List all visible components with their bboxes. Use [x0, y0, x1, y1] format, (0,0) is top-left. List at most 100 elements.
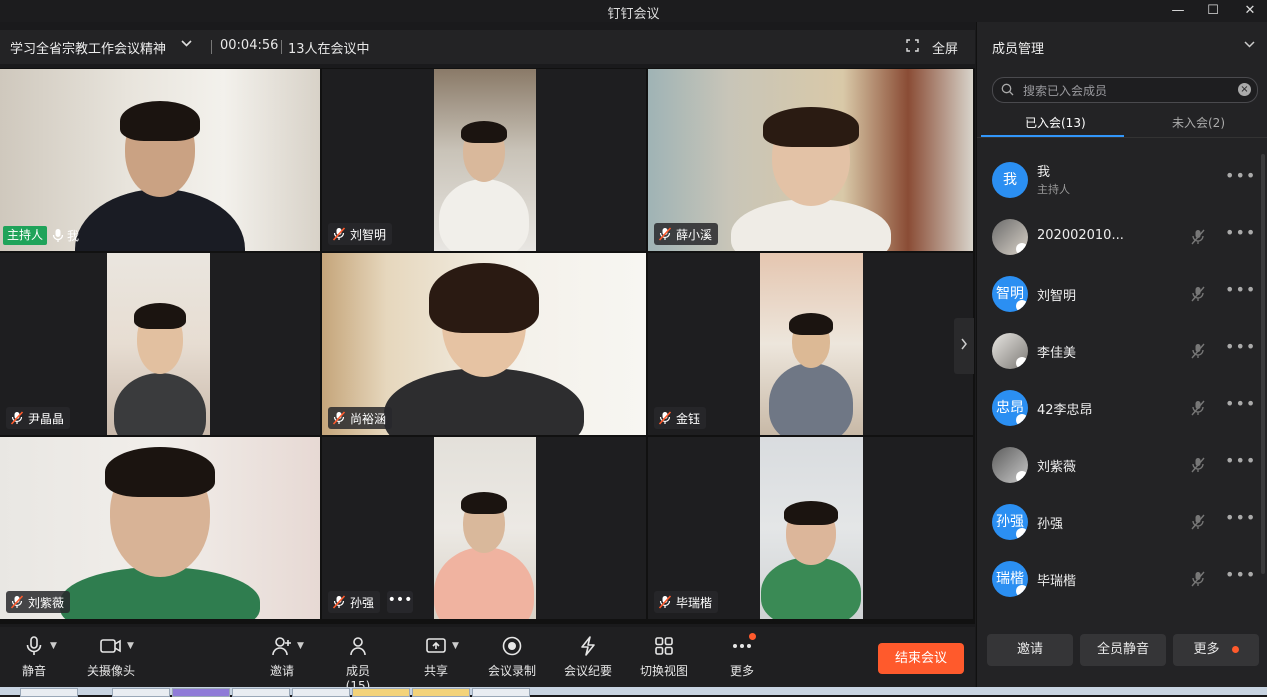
member-more-icon[interactable]: •••: [1225, 166, 1256, 185]
record-icon: [502, 636, 522, 656]
record-button[interactable]: 会议录制: [486, 635, 538, 679]
tile-name: 刘智明: [350, 227, 387, 242]
panel-more-button[interactable]: 更多: [1173, 634, 1259, 666]
next-page-arrow[interactable]: [954, 318, 974, 374]
members-button[interactable]: 成员(15): [334, 635, 382, 693]
taskbar-item[interactable]: [172, 688, 230, 697]
mute-button[interactable]: ▼ 静音: [14, 635, 57, 679]
divider: [977, 137, 1267, 138]
grid-view-icon: [655, 637, 673, 655]
mic-off-icon[interactable]: [1189, 342, 1207, 360]
minutes-label: 会议纪要: [563, 664, 612, 678]
mic-off-icon[interactable]: [1189, 228, 1207, 246]
mic-off-icon[interactable]: [1189, 285, 1207, 303]
mic-off-icon[interactable]: [1189, 570, 1207, 588]
avatar: 智明: [992, 276, 1028, 312]
minutes-button[interactable]: 会议纪要: [562, 635, 614, 679]
video-tile[interactable]: 主持人 我: [0, 69, 320, 251]
tile-label: 孙强: [328, 591, 381, 613]
maximize-button[interactable]: ☐: [1203, 2, 1223, 20]
member-more-icon[interactable]: •••: [1225, 565, 1256, 584]
video-feed: [429, 263, 539, 333]
member-more-icon[interactable]: •••: [1225, 280, 1256, 299]
video-tile[interactable]: 刘智明: [322, 69, 646, 251]
participant-count: 13人在会议中: [288, 42, 370, 57]
member-row[interactable]: 我 我 主持人 •••: [977, 152, 1260, 209]
window-titlebar: 钉钉会议 — ☐ ✕: [0, 0, 1267, 22]
scrollbar[interactable]: [1261, 154, 1265, 574]
chevron-down-icon[interactable]: ▼: [127, 641, 134, 651]
taskbar-item[interactable]: [112, 688, 170, 697]
video-tile[interactable]: 薛小溪: [648, 69, 973, 251]
taskbar-item[interactable]: [352, 688, 410, 697]
taskbar-item[interactable]: [472, 688, 530, 697]
meeting-timer: 00:04:56: [220, 38, 279, 53]
tab-not-joined[interactable]: 未入会(2): [1172, 114, 1225, 131]
more-button[interactable]: 更多: [722, 633, 762, 679]
member-more-icon[interactable]: •••: [1225, 508, 1256, 527]
member-row[interactable]: 智明 刘智明 •••: [977, 266, 1260, 323]
video-feed: [762, 107, 859, 147]
chevron-down-icon[interactable]: ▼: [297, 641, 304, 651]
video-feed: [105, 447, 215, 497]
video-tile[interactable]: 刘紫薇: [0, 437, 320, 619]
switch-view-button[interactable]: 切换视图: [638, 635, 690, 679]
minimize-button[interactable]: —: [1168, 2, 1188, 20]
search-input[interactable]: [1021, 80, 1235, 101]
mic-badge-icon: [1016, 414, 1028, 426]
chevron-down-icon[interactable]: ▼: [452, 641, 459, 651]
tab-joined[interactable]: 已入会(13): [1025, 114, 1086, 131]
member-more-icon[interactable]: •••: [1225, 394, 1256, 413]
member-row[interactable]: 202002010... •••: [977, 209, 1260, 266]
chevron-down-icon[interactable]: [180, 37, 193, 54]
member-row[interactable]: 瑞楷 毕瑞楷 •••: [977, 551, 1260, 608]
share-button[interactable]: ▼ 共享: [416, 635, 459, 679]
member-name: 孙强: [1037, 517, 1064, 532]
tile-more-button[interactable]: •••: [387, 591, 413, 613]
member-row[interactable]: 忠昂 42李忠昂 •••: [977, 380, 1260, 437]
fullscreen-icon[interactable]: [906, 39, 919, 52]
member-row[interactable]: 刘紫薇 •••: [977, 437, 1260, 494]
fullscreen-button[interactable]: 全屏: [932, 38, 958, 57]
mic-off-icon[interactable]: [1189, 399, 1207, 417]
close-button[interactable]: ✕: [1240, 2, 1260, 20]
mic-off-icon: [332, 227, 346, 241]
invite-button[interactable]: ▼ 邀请: [262, 635, 304, 679]
meeting-topic[interactable]: 学习全省宗教工作会议精神: [10, 38, 166, 57]
taskbar-item[interactable]: [20, 688, 78, 697]
chevron-down-icon[interactable]: [1243, 38, 1256, 54]
video-grid: 主持人 我 刘智明 薛小溪 尹晶晶 尚裕涵 金钰 刘紫薇 孙强 ••• 毕瑞楷: [0, 68, 975, 624]
member-row[interactable]: 李佳美 •••: [977, 323, 1260, 380]
members-icon: [350, 637, 366, 656]
chevron-down-icon[interactable]: ▼: [50, 641, 57, 651]
clear-icon[interactable]: ×: [1238, 83, 1251, 96]
tile-name: 金钰: [676, 411, 701, 426]
video-tile[interactable]: 孙强 •••: [322, 437, 646, 619]
video-tile[interactable]: 尚裕涵: [322, 253, 646, 435]
taskbar-item[interactable]: [292, 688, 350, 697]
chevron-right-icon: [961, 338, 967, 350]
lightning-icon: [581, 636, 595, 656]
member-more-icon[interactable]: •••: [1225, 337, 1256, 356]
tile-name: 尚裕涵: [350, 411, 387, 426]
avatar: 忠昂: [992, 390, 1028, 426]
mic-off-icon: [332, 411, 346, 425]
mute-label: 静音: [21, 664, 46, 678]
member-more-icon[interactable]: •••: [1225, 451, 1256, 470]
video-tile[interactable]: 尹晶晶: [0, 253, 320, 435]
member-panel: 成员管理 × 已入会(13) 未入会(2) 我 我 主持人 ••• 202002…: [976, 22, 1267, 687]
tile-label: 薛小溪: [654, 223, 719, 245]
taskbar-item[interactable]: [412, 688, 470, 697]
taskbar-item[interactable]: [232, 688, 290, 697]
mic-off-icon[interactable]: [1189, 456, 1207, 474]
mic-off-icon[interactable]: [1189, 513, 1207, 531]
mute-all-button[interactable]: 全员静音: [1080, 634, 1166, 666]
member-more-icon[interactable]: •••: [1225, 223, 1256, 242]
mic-badge-icon: [1016, 300, 1028, 312]
video-tile[interactable]: 金钰: [648, 253, 973, 435]
member-row[interactable]: 孙强 孙强 •••: [977, 494, 1260, 551]
video-tile[interactable]: 毕瑞楷: [648, 437, 973, 619]
end-meeting-button[interactable]: 结束会议: [878, 643, 964, 674]
camera-button[interactable]: ▼ 关摄像头: [84, 635, 138, 679]
invite-button[interactable]: 邀请: [987, 634, 1073, 666]
